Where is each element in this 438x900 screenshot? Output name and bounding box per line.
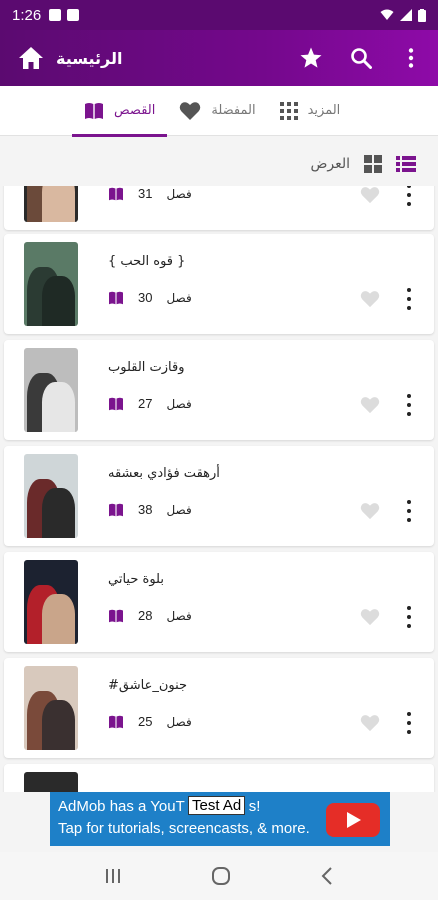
story-cover (24, 772, 78, 792)
story-card[interactable] (4, 764, 434, 792)
grid-view-icon[interactable] (364, 155, 382, 173)
story-card[interactable]: وقازت القلوب 27 فصل (4, 340, 434, 440)
story-cover (24, 666, 78, 750)
status-system-icons (380, 8, 426, 22)
story-more-icon[interactable] (404, 712, 414, 734)
wifi-icon (380, 9, 394, 20)
heart-icon (180, 101, 201, 120)
notification-image-icon (67, 9, 80, 21)
chapter-count: 28 (138, 608, 153, 623)
book-icon (109, 715, 123, 728)
story-more-icon[interactable] (404, 288, 414, 310)
book-icon (109, 397, 123, 410)
view-toggle-bar: العرض (0, 146, 438, 182)
book-icon (109, 187, 123, 200)
status-bar: 1:26 (0, 0, 438, 30)
story-list: 31 فصل { قوه الحب } 30 فصل وقازت القلوب … (0, 186, 438, 792)
book-icon (109, 291, 123, 304)
tab-label: القصص (114, 103, 156, 118)
back-icon[interactable] (321, 867, 333, 885)
story-card[interactable]: بلوة حياتي 28 فصل (4, 552, 434, 652)
story-cover (24, 242, 78, 326)
chapter-count: 25 (138, 714, 153, 729)
status-notification-icons (49, 9, 80, 21)
book-icon (109, 609, 123, 622)
favorite-heart-icon[interactable] (360, 608, 380, 626)
story-more-icon[interactable] (404, 606, 414, 628)
test-ad-badge: Test Ad (188, 796, 246, 815)
battery-icon (418, 8, 426, 22)
tab-more[interactable]: المزيد (268, 86, 353, 136)
chapter-info: 25 فصل (108, 714, 192, 729)
story-card[interactable]: 31 فصل (4, 186, 434, 230)
signal-icon (400, 9, 412, 21)
book-icon (109, 503, 123, 516)
system-nav-bar (0, 852, 438, 900)
chapter-count: 27 (138, 396, 153, 411)
favorite-heart-icon[interactable] (360, 290, 380, 308)
story-cover (24, 454, 78, 538)
favorite-heart-icon[interactable] (360, 396, 380, 414)
chapter-info: 27 فصل (108, 396, 192, 411)
story-card[interactable]: أرهقت فؤادي بعشقه 38 فصل (4, 446, 434, 546)
chapter-count: 38 (138, 502, 153, 517)
search-icon[interactable] (346, 43, 376, 73)
story-more-icon[interactable] (404, 500, 414, 522)
book-icon (85, 102, 103, 119)
star-icon[interactable] (296, 43, 326, 73)
page-title: الرئيسية (56, 48, 123, 68)
story-cover (24, 560, 78, 644)
story-more-icon[interactable] (404, 394, 414, 416)
chapter-info: 28 فصل (108, 608, 192, 623)
story-cover (24, 348, 78, 432)
story-more-icon[interactable] (404, 186, 414, 206)
ad-line-2: Tap for tutorials, screencasts, & more. (58, 820, 310, 837)
chapter-info: 30 فصل (108, 290, 192, 305)
story-title: وقازت القلوب (108, 360, 185, 375)
story-title: بلوة حياتي (108, 572, 164, 587)
notification-bag-icon (49, 9, 62, 21)
tab-label: المزيد (307, 103, 341, 118)
tab-label: المفضلة (211, 103, 256, 118)
story-card[interactable]: { قوه الحب } 30 فصل (4, 234, 434, 334)
view-label: العرض (310, 156, 350, 172)
story-title: { قوه الحب } (108, 254, 186, 269)
tab-bar: القصص المفضلة المزيد (0, 86, 438, 137)
chapter-label: فصل (166, 290, 192, 305)
chapter-label: فصل (166, 396, 192, 411)
favorite-heart-icon[interactable] (360, 502, 380, 520)
youtube-play-icon (326, 803, 380, 837)
story-cover (24, 186, 78, 222)
story-title: أرهقت فؤادي بعشقه (108, 466, 220, 481)
tab-favorites[interactable]: المفضلة (167, 86, 267, 136)
grid-icon (279, 101, 298, 120)
recents-icon[interactable] (105, 868, 121, 884)
ad-banner[interactable]: AdMob has a YouT s! Test Ad Tap for tutor… (50, 792, 390, 846)
chapter-info: 38 فصل (108, 502, 192, 517)
chapter-label: فصل (166, 608, 192, 623)
list-view-icon[interactable] (396, 156, 416, 172)
chapter-label: فصل (166, 186, 192, 201)
chapter-label: فصل (166, 502, 192, 517)
chapter-info: 31 فصل (108, 186, 192, 201)
favorite-heart-icon[interactable] (360, 186, 380, 204)
home-icon[interactable] (16, 43, 46, 73)
home-nav-icon[interactable] (211, 866, 231, 886)
favorite-heart-icon[interactable] (360, 714, 380, 732)
chapter-count: 31 (138, 186, 153, 201)
tab-stories[interactable]: القصص (72, 86, 168, 137)
status-time: 1:26 (12, 6, 42, 24)
app-bar: الرئيسية (0, 30, 438, 86)
chapter-count: 30 (138, 290, 153, 305)
more-vert-icon[interactable] (396, 43, 426, 73)
story-card[interactable]: #جنون_عاشق 25 فصل (4, 658, 434, 758)
chapter-label: فصل (166, 714, 192, 729)
story-title: #جنون_عاشق (108, 678, 188, 693)
